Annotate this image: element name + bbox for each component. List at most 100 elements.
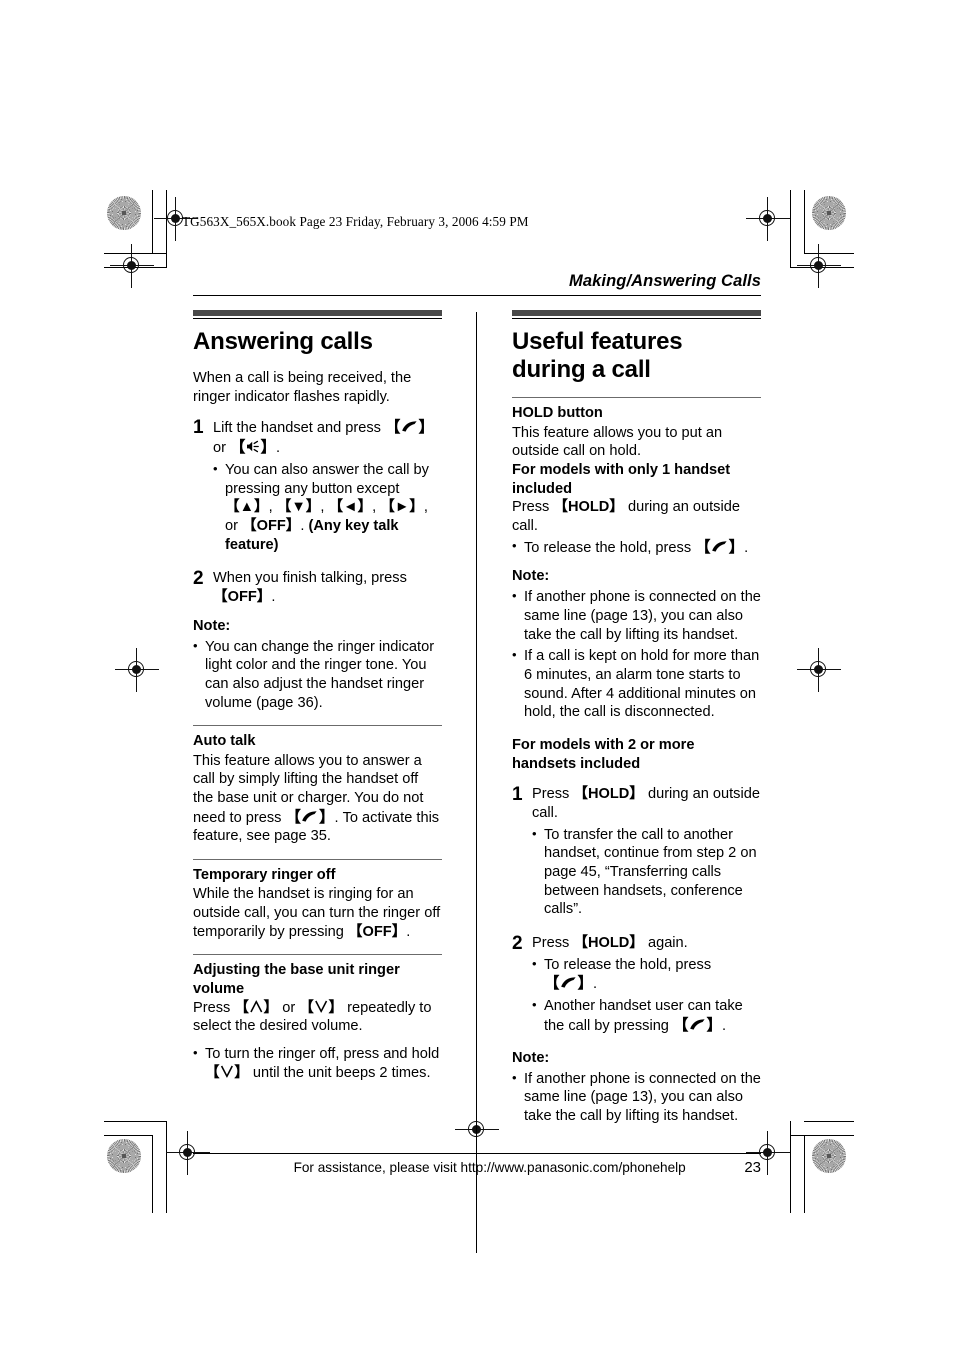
key-volume-down-hold: 【∨】	[205, 1064, 249, 1081]
subsection-temporary-ringer-off: Temporary ringer off	[193, 867, 336, 884]
step-1-hold-before: Press	[532, 786, 574, 803]
sub-rule-base-volume	[193, 954, 442, 956]
bullet-dot: •	[512, 588, 517, 604]
step-2-body: When you finish talking, press 【OFF】.	[213, 569, 442, 606]
step-1-hold: 1 Press 【HOLD】 during an outside call. •…	[512, 785, 761, 922]
bullet-dot: •	[213, 460, 218, 476]
base-volume-bullet: • To turn the ringer off, press and hold…	[193, 1045, 442, 1082]
key-talk-4: 【】	[544, 975, 593, 993]
key-off-1: 【OFF】	[242, 517, 301, 534]
key-left-arrow: 【◄】	[328, 499, 373, 516]
step-1-body: Lift the handset and press 【】 or 【】. • Y…	[213, 418, 442, 557]
step-2-hold-after: again.	[643, 935, 688, 952]
talk-handset-icon	[402, 421, 417, 432]
step-2-bullet1-before: To release the hold, press	[544, 956, 712, 973]
base-volume-text: Press 【∧】 or 【∨】 repeatedly to select th…	[193, 999, 442, 1036]
note1-bullet-2-text: If a call is kept on hold for more than …	[524, 648, 760, 721]
step-1-answering: 1 Lift the handset and press 【】 or 【】. •…	[193, 418, 442, 557]
key-right-arrow: 【►】	[380, 499, 424, 516]
talk-handset-icon	[302, 810, 318, 822]
page-title-answering-calls: Answering calls	[193, 327, 373, 355]
base-volume-or: or	[278, 999, 300, 1016]
step-1-text-after: .	[276, 440, 281, 457]
models-1-handset-heading: For models with only 1 handset included	[512, 461, 731, 497]
step-1-hold-bullet-text: To transfer the call to another handset,…	[544, 826, 757, 918]
step-2-hold-number: 2	[512, 933, 523, 955]
base-volume-bullets: • To turn the ringer off, press and hold…	[193, 1045, 442, 1082]
base-volume-bullet-after: until the unit beeps 2 times.	[248, 1064, 431, 1081]
hold-release-bullet-text: To release the hold, press 【】.	[524, 538, 761, 558]
note2-bullet: • If another phone is connected on the s…	[512, 1070, 761, 1126]
step-1-bullet-text: You can also answer the call by pressing…	[225, 461, 429, 553]
speakerphone-icon	[247, 440, 259, 453]
key-talk-2: 【】	[285, 808, 335, 826]
step-1-bullets: • You can also answer the call by pressi…	[213, 461, 442, 554]
step-2-answering: 2 When you finish talking, press 【OFF】.	[193, 569, 442, 606]
section-bar-thin-left	[193, 317, 442, 319]
footer-assistance-text: For assistance, please visit http://www.…	[293, 1159, 686, 1175]
left-column: Answering calls When a call is being rec…	[193, 310, 442, 1135]
note-label-right-1: Note:	[512, 568, 550, 585]
step-2-hold-bullet-1-text: To release the hold, press 【】.	[544, 956, 761, 994]
step-2-hold-bullets: • To release the hold, press 【】. • Anoth…	[532, 956, 761, 1036]
manual-page: Making/Answering Calls Answering calls W…	[193, 272, 761, 1253]
step-1-hold-bullet: • To transfer the call to another handse…	[532, 826, 761, 919]
subsection-base-ringer-volume: Adjusting the base unit ringer volume	[193, 962, 400, 997]
step-2-hold-bullet-2-text: Another handset user can take the call b…	[544, 997, 761, 1035]
base-volume-press: Press	[193, 999, 235, 1016]
note2-bullets: • If another phone is connected on the s…	[512, 1070, 761, 1126]
section-bar-left	[193, 310, 442, 316]
hold-release-bullet: • To release the hold, press 【】.	[512, 538, 761, 558]
key-volume-down: 【∨】	[299, 999, 344, 1016]
note-bullets-left: • You can change the ringer indicator li…	[193, 638, 442, 713]
running-head: Making/Answering Calls	[569, 272, 761, 290]
note-label-right-2: Note:	[512, 1049, 550, 1066]
registration-target-mid-right	[797, 648, 841, 692]
bullet-dot: •	[532, 825, 537, 841]
bullet-dot: •	[512, 537, 517, 553]
step-1-bullet: • You can also answer the call by pressi…	[213, 461, 442, 554]
step-1-number: 1	[193, 417, 204, 439]
key-talk-5: 【】	[672, 1016, 722, 1034]
hold-release-after: .	[744, 539, 749, 556]
book-file-header: TG563X_565X.book Page 23 Friday, Februar…	[182, 214, 529, 229]
step-2-bullet2-after: .	[721, 1017, 727, 1034]
step-2-bullet1-after: .	[592, 976, 598, 993]
registration-target-top-right-lower	[797, 244, 841, 288]
anykey-part3: .	[300, 517, 309, 534]
running-head-rule	[193, 295, 761, 296]
talk-handset-icon	[690, 1019, 705, 1030]
subsection-hold-button: HOLD button	[512, 405, 603, 422]
note-bullet-left-text: You can change the ringer indicator ligh…	[205, 638, 435, 711]
hold-release-before: To release the hold, press	[524, 539, 696, 556]
sub-rule-hold-button	[512, 397, 761, 399]
note-label-left: Note:	[193, 617, 231, 634]
note1-bullet-2: • If a call is kept on hold for more tha…	[512, 647, 761, 722]
registration-target-mid-left	[115, 648, 159, 692]
hold-press-line: Press 【HOLD】 during an outside call.	[512, 498, 761, 535]
step-2-hold-bullet-1: • To release the hold, press 【】.	[532, 956, 761, 994]
bullet-dot: •	[193, 637, 198, 653]
note1-bullets: • If another phone is connected on the s…	[512, 588, 761, 722]
note-bullet-left: • You can change the ringer indicator li…	[193, 638, 442, 713]
bullet-dot: •	[512, 1069, 517, 1085]
step-2-text-after: .	[271, 588, 276, 605]
key-talk-3: 【】	[695, 538, 745, 556]
step-1-text-before: Lift the handset and press	[213, 420, 385, 437]
hold-release-bullets: • To release the hold, press 【】.	[512, 538, 761, 558]
step-2-hold: 2 Press 【HOLD】 again. • To release the h…	[512, 934, 761, 1039]
step-2-hold-before: Press	[532, 935, 574, 952]
registration-dot-top-right	[812, 196, 846, 230]
talk-handset-icon	[561, 977, 576, 989]
section-bar-right	[512, 310, 761, 316]
subsection-auto-talk: Auto talk	[193, 733, 256, 750]
step-1-hold-body: Press 【HOLD】 during an outside call. • T…	[532, 785, 761, 922]
section-bar-thin-right	[512, 317, 761, 319]
anykey-part1: You can also answer the call by pressing…	[225, 461, 429, 497]
key-hold-1: 【HOLD】	[553, 499, 624, 516]
key-up-arrow: 【▲】	[225, 499, 269, 516]
bullet-dot: •	[193, 1045, 198, 1061]
auto-talk-text: This feature allows you to answer a call…	[193, 752, 442, 846]
key-down-arrow: 【▼】	[276, 499, 321, 516]
bullet-dot: •	[512, 647, 517, 663]
